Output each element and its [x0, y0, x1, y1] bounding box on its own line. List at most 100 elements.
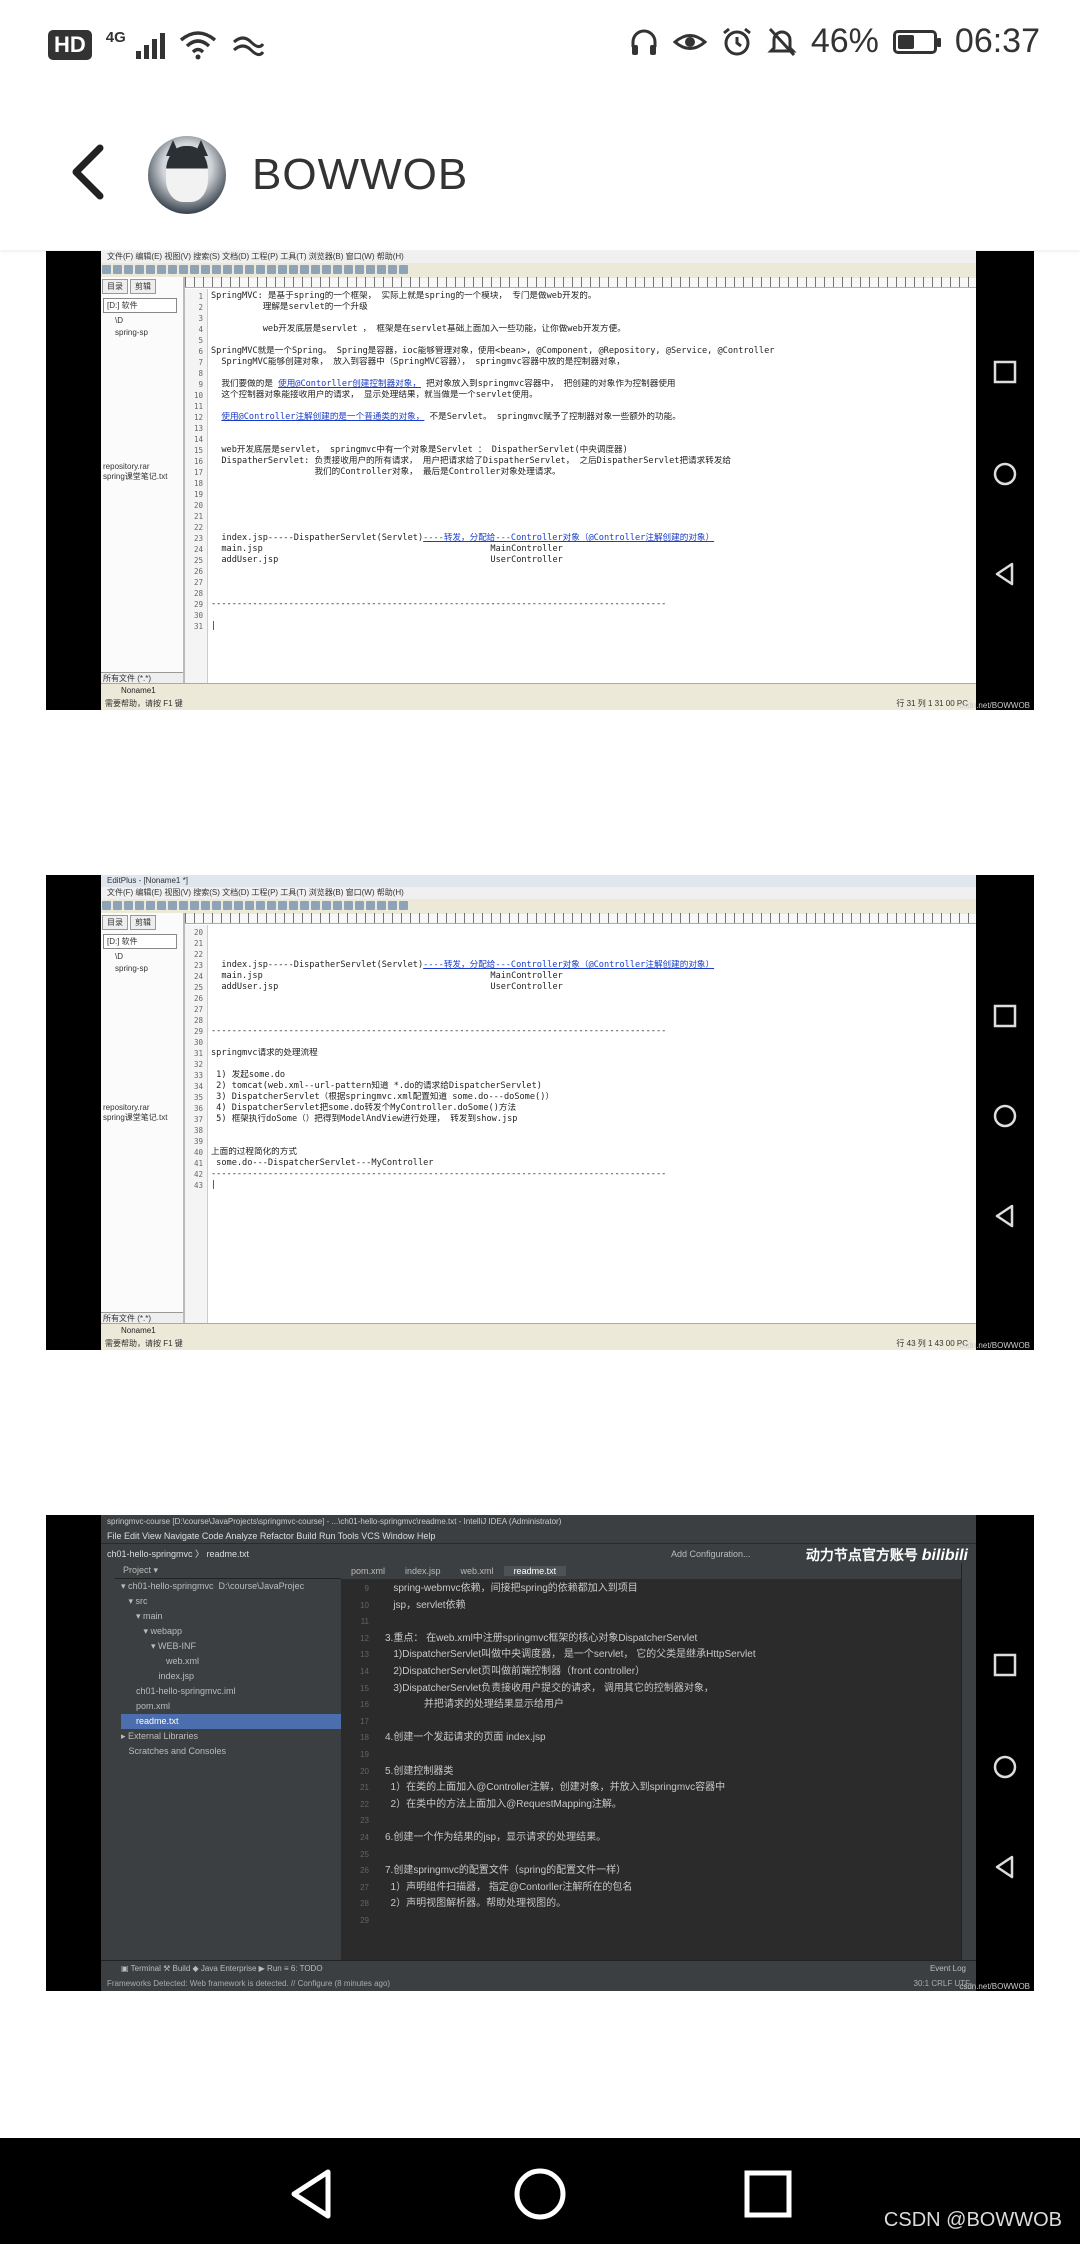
line-number: 16	[193, 457, 203, 466]
line-number: 36	[193, 1104, 203, 1113]
project-panel: Project ▾ ▾ ch01-hello-springmvc D:\cour…	[115, 1563, 342, 1961]
project-tree-item[interactable]: ▸ External Libraries	[121, 1729, 341, 1744]
brand-text: 动力节点官方账号	[805, 1547, 918, 1563]
project-tree-item[interactable]: ▾ main	[121, 1609, 341, 1624]
battery-percent: 46%	[810, 22, 879, 60]
code-line: 12 3.重点： 在web.xml中注册springmvc框架的核心对象Dispa…	[341, 1631, 962, 1648]
code-line: 25 addUser.jsp UserController	[185, 555, 976, 566]
code-line: 27 1）声明组件扫描器， 指定@Contorller注解所在的包名	[341, 1880, 962, 1897]
line-text: main.jsp MainController	[211, 971, 563, 981]
code-line: 38	[185, 1125, 976, 1136]
project-tree: ▾ ch01-hello-springmvc D:\course\JavaPro…	[115, 1579, 341, 1759]
line-text: 4.创建一个发起请求的页面 index.jsp	[385, 1732, 546, 1744]
directory-pane: 目录 剪辑 [D:] 软件 \D spring-sp repository.rar…	[101, 277, 185, 684]
drive-select: [D:] 软件	[103, 934, 177, 949]
username[interactable]: BOWWOB	[252, 150, 468, 200]
line-text: 1)DispatcherServlet叫做中央调度器， 是一个servlet， …	[385, 1649, 756, 1661]
code-line: 7 SpringMVC能够创建对象， 放入到容器中（SpringMVC容器）， …	[185, 357, 976, 368]
overlay-controls	[976, 251, 1034, 710]
line-text: 5) 框架执行doSome（）把得到ModelAndView进行处理， 转发到s…	[211, 1114, 518, 1124]
code-line: 29	[341, 1913, 962, 1930]
watermark: csdn.net/BOWWOB	[959, 701, 1030, 710]
video-frame-3[interactable]: springmvc-course [D:\course\JavaProjects…	[46, 1515, 1034, 1991]
line-text: 1）声明组件扫描器， 指定@Contorller注解所在的包名	[385, 1881, 633, 1893]
code-line: 2 理解是servlet的一个升级	[185, 302, 976, 313]
project-tree-item[interactable]: ▾ WEB-INF	[121, 1639, 341, 1654]
tree-item: spring-sp	[115, 328, 148, 337]
line-number: 12	[193, 413, 203, 422]
home-circle-icon[interactable]	[510, 2164, 570, 2224]
hd-icon: HD	[48, 30, 92, 60]
code-line: 15 3)DispatcherServlet负责接收用户提交的请求， 调用其它的…	[341, 1681, 962, 1698]
code-line: 14	[185, 434, 976, 445]
line-number: 21	[193, 512, 203, 521]
circle-icon	[993, 1755, 1017, 1779]
circle-icon	[993, 462, 1017, 486]
project-tree-item[interactable]: index.jsp	[121, 1669, 341, 1684]
video-frame-2[interactable]: EditPlus - [Noname1 *] 文件(F) 编辑(E) 视图(V)…	[46, 875, 1034, 1350]
ide-statusbar: Frameworks Detected: Web framework is de…	[101, 1977, 976, 1991]
line-number: 26	[360, 1866, 369, 1876]
clock: 06:37	[954, 22, 1040, 60]
triangle-back-icon	[995, 562, 1014, 586]
line-number: 26	[193, 567, 203, 576]
code-line: 27	[185, 1004, 976, 1015]
line-text: 1）在类的上面加入@Controller注解，创建对象，并放入到springmv…	[385, 1782, 726, 1794]
back-arrow-icon[interactable]	[60, 136, 120, 208]
tree-item: \D	[115, 316, 123, 325]
line-text: 2）声明视图解析器。帮助处理视图的。	[385, 1898, 567, 1910]
line-number: 1	[198, 292, 203, 301]
line-text: addUser.jsp UserController	[211, 555, 563, 565]
code-line: 14 2)DispatcherServlet页叫做前端控制器（front con…	[341, 1664, 962, 1681]
code-line: 26	[185, 993, 976, 1004]
code-line: 4 web开发底层是servlet ， 框架是在servlet基础上面加入一些功…	[185, 324, 976, 335]
code-line: 1 SpringMVC: 是基于spring的一个框架， 实际上就是spring的…	[185, 291, 976, 302]
recents-square-icon[interactable]	[738, 2164, 798, 2224]
project-tree-item[interactable]: web.xml	[121, 1654, 341, 1669]
code-line: 18 4.创建一个发起请求的页面 index.jsp	[341, 1730, 962, 1747]
line-number: 18	[193, 479, 203, 488]
signal-icon	[135, 31, 165, 59]
tree-item: spring-sp	[115, 964, 148, 973]
line-text: 7.创建springmvc的配置文件（spring的配置文件一样）	[385, 1865, 627, 1877]
line-number: 31	[193, 622, 203, 631]
breadcrumb: ch01-hello-springmvc 〉 readme.txt	[107, 1549, 250, 1559]
code-line: 10 这个控制器对象能接收用户的请求， 显示处理结果，就当做是一个servlet…	[185, 390, 976, 401]
project-tree-item[interactable]: pom.xml	[121, 1699, 341, 1714]
back-triangle-icon[interactable]	[282, 2164, 342, 2224]
project-tree-item[interactable]: ▾ ch01-hello-springmvc D:\course\JavaPro…	[121, 1579, 341, 1594]
line-number: 26	[193, 994, 203, 1003]
folder-tree: \D spring-sp	[101, 951, 183, 975]
ruler	[185, 913, 976, 924]
line-number: 32	[193, 1060, 203, 1069]
code-line: 22	[185, 522, 976, 533]
project-tree-item[interactable]: readme.txt	[121, 1714, 341, 1729]
project-tree-item[interactable]: ▾ webapp	[121, 1624, 341, 1639]
weather-icon	[232, 36, 265, 57]
line-number: 39	[193, 1137, 203, 1146]
line-number: 5	[198, 336, 203, 345]
project-tree-item[interactable]: ch01-hello-springmvc.iml	[121, 1684, 341, 1699]
code-line: 35 3) DispatcherServlet（根据springmvc.xml配…	[185, 1092, 976, 1103]
editor-statusbar: 需要帮助，请按 F1 键 行 31 列 1 31 00 PC	[101, 698, 976, 710]
project-label: Project ▾	[115, 1563, 341, 1579]
video-frame-1[interactable]: 文件(F) 编辑(E) 视图(V) 搜索(S) 文档(D) 工程(P) 工具(T…	[46, 251, 1034, 710]
avatar[interactable]	[148, 136, 226, 214]
line-number: 38	[193, 1126, 203, 1135]
code-line: 43 |	[185, 1180, 976, 1191]
watermark: csdn.net/BOWWOB	[959, 1341, 1030, 1350]
triangle-back-icon	[995, 1855, 1014, 1879]
project-tree-item[interactable]: Scratches and Consoles	[121, 1744, 341, 1759]
line-number: 17	[360, 1716, 369, 1726]
line-text: SpringMVC能够创建对象， 放入到容器中（SpringMVC容器）， sp…	[211, 357, 625, 367]
line-number: 30	[193, 1038, 203, 1047]
project-tree-item[interactable]: ▾ src	[121, 1594, 341, 1609]
code-line: 31 springmvc请求的处理流程	[185, 1048, 976, 1059]
code-line: 30	[185, 610, 976, 621]
battery-fill	[897, 34, 914, 49]
line-number: 23	[193, 534, 203, 543]
code-line: 34 2) tomcat(web.xml--url-pattern知道 *.do…	[185, 1081, 976, 1092]
line-text: ----------------------------------------…	[211, 1169, 667, 1179]
code-line: 20	[185, 927, 976, 938]
line-number: 2	[198, 303, 203, 312]
